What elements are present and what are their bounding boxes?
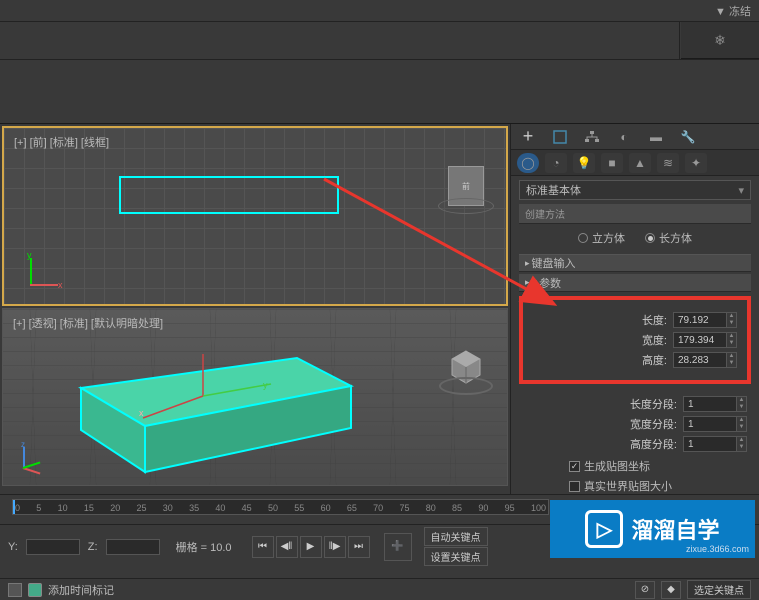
- hgt-seg-label: 高度分段:: [627, 436, 677, 452]
- viewcube-ring[interactable]: [438, 198, 494, 214]
- key-filter-2[interactable]: ◆: [661, 581, 681, 599]
- set-key-button[interactable]: 设置关键点: [424, 547, 488, 566]
- key-filter-1[interactable]: ⊘: [635, 581, 655, 599]
- ribbon: ❄: [0, 22, 759, 60]
- next-frame[interactable]: ‖▶: [324, 536, 346, 558]
- goto-end[interactable]: ⏭: [348, 536, 370, 558]
- svg-text:y: y: [263, 380, 268, 390]
- prev-frame[interactable]: ◀‖: [276, 536, 298, 558]
- hierarchy-tab[interactable]: [581, 127, 603, 147]
- z-field[interactable]: [106, 539, 160, 555]
- space-warps-tab[interactable]: ≋: [657, 153, 679, 173]
- y-label: Y:: [8, 541, 18, 553]
- len-seg-label: 长度分段:: [627, 396, 677, 412]
- panel-tabs-row2: ◯ ◔ 💡 ■ ▲ ≋ ✦: [511, 150, 759, 176]
- length-label: 长度:: [617, 312, 667, 328]
- len-seg-spinner[interactable]: 1▲▼: [683, 396, 747, 412]
- width-label: 宽度:: [617, 332, 667, 348]
- viewport-front[interactable]: [+] [前] [标准] [线框] yx 前: [2, 126, 508, 306]
- svg-text:x: x: [139, 408, 144, 418]
- goto-start[interactable]: ⏮: [252, 536, 274, 558]
- key-mode-button[interactable]: ➕: [384, 533, 412, 561]
- playback-controls: ⏮ ◀‖ ▶ ‖▶ ⏭: [252, 536, 370, 558]
- lights-tab[interactable]: 💡: [573, 153, 595, 173]
- length-spinner[interactable]: 79.192▲▼: [673, 312, 737, 328]
- systems-tab[interactable]: ✦: [685, 153, 707, 173]
- bottom-row: 添加时间标记 ⊘ ◆ 选定关键点: [0, 578, 759, 600]
- cuboid-radio[interactable]: 长方体: [645, 230, 692, 246]
- viewport-label[interactable]: [+] [前] [标准] [线框]: [14, 134, 109, 150]
- geometry-tab[interactable]: ◯: [517, 153, 539, 173]
- watermark-text: 溜溜自学: [631, 513, 719, 545]
- params-rollout[interactable]: ▾ 参数: [519, 274, 751, 292]
- grid-text: 栅格 = 10.0: [176, 539, 232, 555]
- create-tab[interactable]: +: [517, 127, 539, 147]
- motion-tab[interactable]: ◐: [613, 127, 635, 147]
- viewport-perspective[interactable]: [+] [透视] [标准] [默认明暗处理] x y z: [2, 308, 508, 486]
- command-panel: + ◐ ▬ 🔧 ◯ ◔ 💡 ■ ▲ ≋ ✦ 标准基本体 创建方法 立方体 长方体…: [510, 124, 759, 494]
- auto-key-button[interactable]: 自动关键点: [424, 527, 488, 546]
- shape-radio-group: 立方体 长方体: [511, 224, 759, 252]
- utilities-tab[interactable]: 🔧: [677, 127, 699, 147]
- gen-map-label: 生成贴图坐标: [584, 458, 650, 474]
- panel-tabs-row1: + ◐ ▬ 🔧: [511, 124, 759, 150]
- freeze-label[interactable]: ▼ 冻结: [715, 3, 751, 19]
- watermark-logo: ▷: [585, 510, 623, 548]
- lock-icon[interactable]: [28, 583, 42, 597]
- play[interactable]: ▶: [300, 536, 322, 558]
- timeline-track[interactable]: 0510152025303540455055606570758085909510…: [12, 499, 549, 515]
- modify-tab[interactable]: [549, 127, 571, 147]
- wireframe-box[interactable]: [119, 176, 339, 214]
- z-label: Z:: [88, 541, 98, 553]
- mini-icon[interactable]: [8, 583, 22, 597]
- creation-method-header: 创建方法: [519, 204, 751, 224]
- timeline-ticks: 0510152025303540455055606570758085909510…: [13, 503, 548, 513]
- viewport-area: [+] [前] [标准] [线框] yx 前 [+] [透视] [标准] [默认…: [0, 124, 510, 494]
- primitive-dropdown[interactable]: 标准基本体: [519, 180, 751, 200]
- viewport-label[interactable]: [+] [透视] [标准] [默认明暗处理]: [13, 315, 163, 331]
- snowflake-icon: ❄: [714, 32, 726, 49]
- topbar: ▼ 冻结: [0, 0, 759, 22]
- shapes-tab[interactable]: ◔: [545, 153, 567, 173]
- y-field[interactable]: [26, 539, 80, 555]
- add-time-mark[interactable]: 添加时间标记: [48, 582, 114, 598]
- cameras-tab[interactable]: ■: [601, 153, 623, 173]
- display-tab[interactable]: ▬: [645, 127, 667, 147]
- keyboard-rollout[interactable]: 键盘输入: [519, 254, 751, 272]
- snowflake-button[interactable]: ❄: [681, 22, 759, 59]
- highlight-box: 长度: 79.192▲▼ 宽度: 179.394▲▼ 高度: 28.283▲▼: [519, 296, 751, 384]
- toolbar-spacer: [0, 60, 759, 124]
- hgt-seg-spinner[interactable]: 1▲▼: [683, 436, 747, 452]
- height-spinner[interactable]: 28.283▲▼: [673, 352, 737, 368]
- box-mesh[interactable]: x y: [53, 354, 363, 484]
- key-filter-dropdown[interactable]: 选定关键点: [687, 580, 751, 599]
- wid-seg-label: 宽度分段:: [627, 416, 677, 432]
- real-world-check[interactable]: [569, 481, 580, 492]
- wid-seg-spinner[interactable]: 1▲▼: [683, 416, 747, 432]
- watermark-url: zixue.3d66.com: [686, 544, 749, 554]
- cube-radio[interactable]: 立方体: [578, 230, 625, 246]
- width-spinner[interactable]: 179.394▲▼: [673, 332, 737, 348]
- watermark: ▷ 溜溜自学 zixue.3d66.com: [550, 500, 755, 558]
- viewcube-ring[interactable]: [439, 377, 493, 395]
- gen-map-check[interactable]: ✓: [569, 461, 580, 472]
- height-label: 高度:: [617, 352, 667, 368]
- helpers-tab[interactable]: ▲: [629, 153, 651, 173]
- real-world-label: 真实世界贴图大小: [584, 478, 672, 494]
